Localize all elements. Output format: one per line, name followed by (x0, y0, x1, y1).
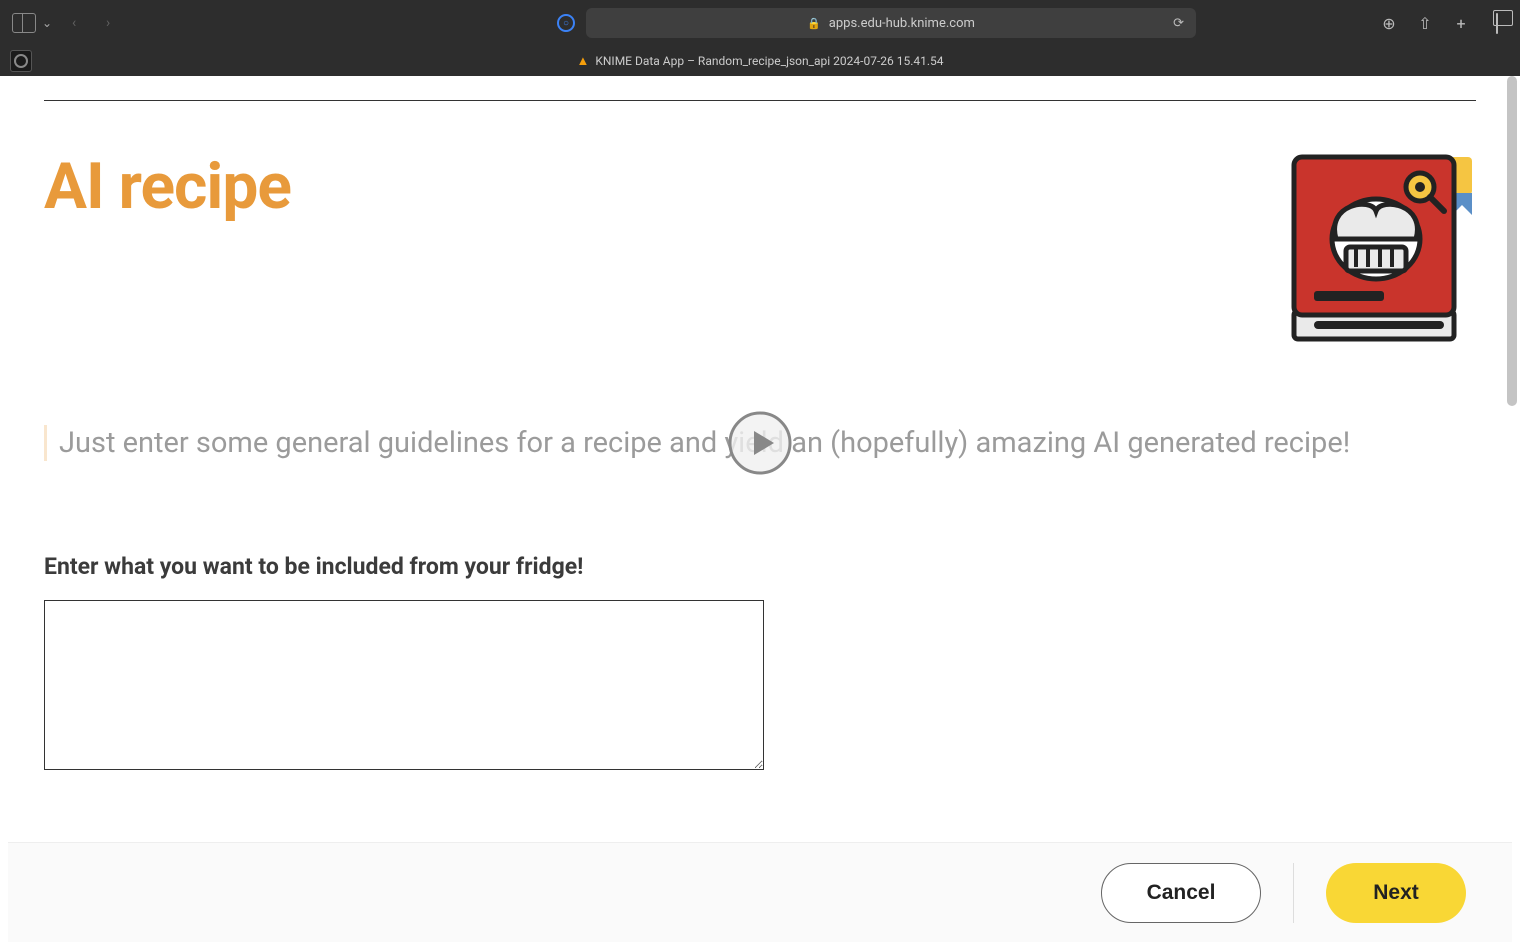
password-manager-icon[interactable]: ○ (554, 11, 578, 35)
downloads-icon[interactable]: ⊕ (1378, 14, 1400, 33)
titlebar-right-controls: ⊕ ⇧ + (1378, 14, 1508, 33)
action-bar: Cancel Next (8, 842, 1512, 942)
address-bar[interactable]: 🔒 apps.edu-hub.knime.com ⟳ (586, 8, 1196, 38)
extension-icon[interactable] (10, 50, 32, 72)
back-button[interactable]: ‹ (62, 11, 86, 35)
url-text: apps.edu-hub.knime.com (829, 16, 975, 31)
page-content: AI recipe (8, 76, 1512, 942)
hero-section: AI recipe (44, 149, 1476, 349)
subtitle-section: Just enter some general guidelines for a… (44, 425, 1476, 461)
recipe-book-icon (1276, 149, 1476, 349)
chevron-down-icon[interactable]: ⌄ (42, 16, 52, 30)
forward-button[interactable]: › (96, 11, 120, 35)
new-tab-icon[interactable]: + (1450, 14, 1472, 33)
browser-titlebar: ⌄ ‹ › ○ 🔒 apps.edu-hub.knime.com ⟳ ⊕ ⇧ + (0, 0, 1520, 46)
tabs-overview-icon[interactable] (1486, 14, 1508, 33)
share-icon[interactable]: ⇧ (1414, 14, 1436, 33)
next-button[interactable]: Next (1326, 863, 1466, 923)
ingredients-label: Enter what you want to be included from … (44, 553, 1476, 580)
play-icon[interactable] (728, 411, 792, 475)
titlebar-left-controls: ⌄ ‹ › (12, 11, 372, 35)
horizontal-rule (44, 100, 1476, 101)
warning-icon: ▲ (576, 53, 589, 69)
action-divider (1293, 863, 1294, 923)
subtitle-text: Just enter some general guidelines for a… (59, 426, 1350, 460)
ingredients-input[interactable] (44, 600, 764, 770)
reload-icon[interactable]: ⟳ (1173, 16, 1184, 31)
browser-tabbar: ▲ KNIME Data App – Random_recipe_json_ap… (0, 46, 1520, 76)
lock-icon: 🔒 (807, 17, 821, 30)
sidebar-toggle-icon[interactable] (12, 11, 36, 35)
tab-title: KNIME Data App – Random_recipe_json_api … (595, 54, 943, 68)
page-title: AI recipe (44, 149, 291, 224)
scrollbar[interactable] (1504, 76, 1520, 476)
subtitle-accent-bar (44, 425, 47, 461)
scrollbar-thumb[interactable] (1507, 76, 1517, 406)
cancel-button[interactable]: Cancel (1101, 863, 1261, 923)
